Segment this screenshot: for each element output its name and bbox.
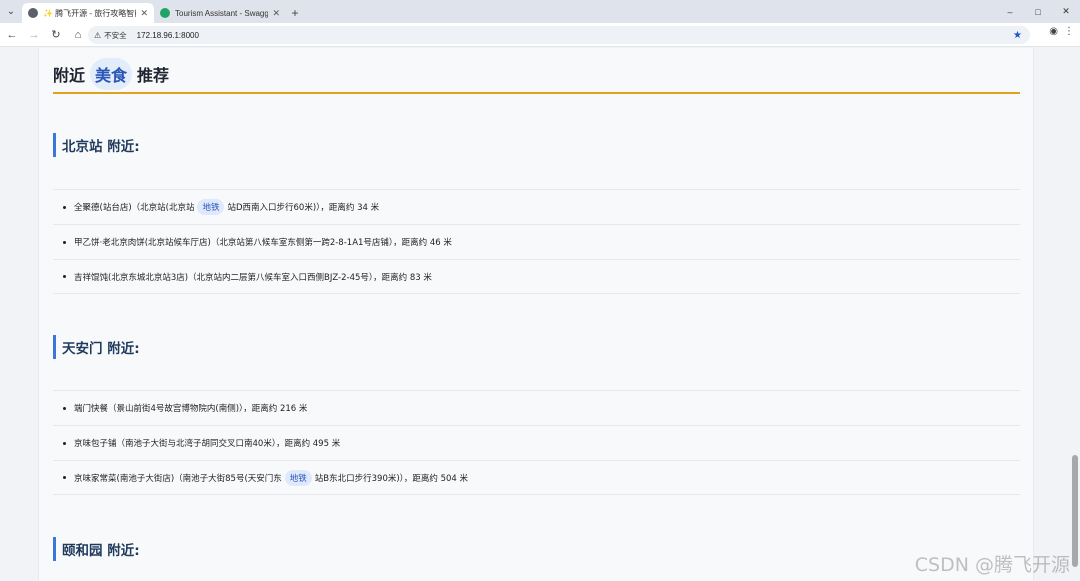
list-item: 全聚德(站台店)（北京站(北京站 地铁 站D西南入口步行60米)），距离约 34… xyxy=(53,189,1020,224)
list-item: 京味包子铺（南池子大街与北湾子胡同交叉口南40米），距离约 495 米 xyxy=(53,425,1020,460)
title-prefix: 附近 xyxy=(53,66,86,85)
browser-toolbar: ← → ↻ ⌂ ⚠ 不安全 172.18.96.1:8000 ★ ◉ ⋮ xyxy=(0,23,1080,47)
tab-label: Tourism Assistant - Swagger xyxy=(175,8,269,18)
close-window-button[interactable]: ✕ xyxy=(1052,0,1080,23)
item-text: 京味包子铺（南池子大街与北湾子胡同交叉口南40米），距离约 495 米 xyxy=(74,439,341,449)
section-title: 附近 美食 推荐 xyxy=(53,56,1020,94)
item-text-after: 站B东北口步行390米)），距离约 504 米 xyxy=(314,473,469,484)
area-heading: 天安门 附近: xyxy=(53,335,140,359)
bullet-icon xyxy=(63,406,66,410)
page-viewport: 附近 美食 推荐 北京站 附近: 全聚德(站台店)（北京站(北京站 地铁 站D西… xyxy=(0,48,1080,581)
profile-icon[interactable]: ◉ xyxy=(1049,26,1058,37)
bullet-icon xyxy=(63,441,66,445)
tab-search-chevron-icon[interactable]: ⌄ xyxy=(0,0,22,23)
item-text-after: 站D西南入口步行60米)），距离约 34 米 xyxy=(227,203,380,213)
list-item: 吉祥馄饨(北京东城北京站3店)（北京站内二层第八候车室入口西侧BJZ-2-45号… xyxy=(53,259,1020,294)
tab-label: ✨ 腾飞开源 - 旅行攻略智能助手 xyxy=(43,8,136,18)
metro-tag: 地铁 xyxy=(197,199,225,215)
title-highlight: 美食 xyxy=(90,58,133,90)
list-item: 甲乙饼·老北京肉饼(北京站候车厅店)（北京站第八候车室东侧第一跨2-8-1A1号… xyxy=(53,224,1020,259)
menu-kebab-icon[interactable]: ⋮ xyxy=(1064,26,1074,37)
item-text: 吉祥馄饨(北京东城北京站3店)（北京站内二层第八候车室入口西侧BJZ-2-45号… xyxy=(74,272,432,283)
bullet-icon xyxy=(63,275,66,278)
maximize-button[interactable]: □ xyxy=(1024,0,1052,23)
url-text[interactable]: 172.18.96.1:8000 xyxy=(137,31,199,40)
list-item: 京味家常菜(南池子大街店)（南池子大街85号(天安门东 地铁 站B东北口步行39… xyxy=(53,460,1020,495)
reload-icon[interactable]: ↻ xyxy=(46,25,66,45)
item-text: 甲乙饼·老北京肉饼(北京站候车厅店)（北京站第八候车室东侧第一跨2-8-1A1号… xyxy=(74,238,452,248)
watermark: CSDN @腾飞开源 xyxy=(914,554,1070,576)
area-heading: 北京站 附近: xyxy=(53,133,140,157)
title-suffix: 推荐 xyxy=(137,66,170,85)
page-scrollbar[interactable] xyxy=(1072,50,1078,577)
window-controls: – □ ✕ xyxy=(996,0,1080,23)
back-arrow-icon[interactable]: ← xyxy=(2,25,22,45)
scrollbar-thumb[interactable] xyxy=(1072,455,1078,567)
bullet-icon xyxy=(63,476,66,479)
new-tab-button[interactable]: + xyxy=(286,3,304,23)
tab-active[interactable]: ✨ 腾飞开源 - 旅行攻略智能助手 ✕ xyxy=(22,3,154,23)
forward-arrow-icon[interactable]: → xyxy=(24,25,44,45)
close-tab-icon[interactable]: ✕ xyxy=(140,8,148,19)
minimize-button[interactable]: – xyxy=(996,0,1024,23)
restaurant-list: 端门快餐（景山前街4号故宫博物院内(南侧)），距离约 216 米 京味包子铺（南… xyxy=(53,390,1020,495)
swagger-icon xyxy=(160,8,170,18)
item-text: 京味家常菜(南池子大街店)（南池子大街85号(天安门东 xyxy=(74,473,282,484)
bullet-icon xyxy=(63,240,66,244)
restaurant-list: 全聚德(站台店)（北京站(北京站 地铁 站D西南入口步行60米)），距离约 34… xyxy=(53,189,1020,294)
security-label: 不安全 xyxy=(104,30,127,40)
globe-icon xyxy=(28,8,38,18)
home-icon[interactable]: ⌂ xyxy=(68,25,88,45)
close-tab-icon[interactable]: ✕ xyxy=(272,8,280,19)
list-item: 端门快餐（景山前街4号故宫博物院内(南侧)），距离约 216 米 xyxy=(53,390,1020,425)
item-text: 全聚德(站台店)（北京站(北京站 xyxy=(74,203,195,213)
content-card: 附近 美食 推荐 北京站 附近: 全聚德(站台店)（北京站(北京站 地铁 站D西… xyxy=(38,48,1034,581)
bookmark-star-icon[interactable]: ★ xyxy=(1013,30,1022,41)
warning-icon: ⚠ xyxy=(94,30,102,40)
bullet-icon xyxy=(63,205,66,209)
area-heading: 颐和园 附近: xyxy=(53,537,140,561)
metro-tag: 地铁 xyxy=(284,469,312,486)
address-bar[interactable]: ⚠ 不安全 172.18.96.1:8000 ★ xyxy=(88,26,1030,44)
tab-swagger[interactable]: Tourism Assistant - Swagger ✕ xyxy=(154,3,286,23)
item-text: 端门快餐（景山前街4号故宫博物院内(南侧)），距离约 216 米 xyxy=(74,404,308,414)
tab-strip: ⌄ ✨ 腾飞开源 - 旅行攻略智能助手 ✕ Tourism Assistant … xyxy=(0,0,1080,23)
toolbar-right: ◉ ⋮ xyxy=(1049,26,1074,37)
